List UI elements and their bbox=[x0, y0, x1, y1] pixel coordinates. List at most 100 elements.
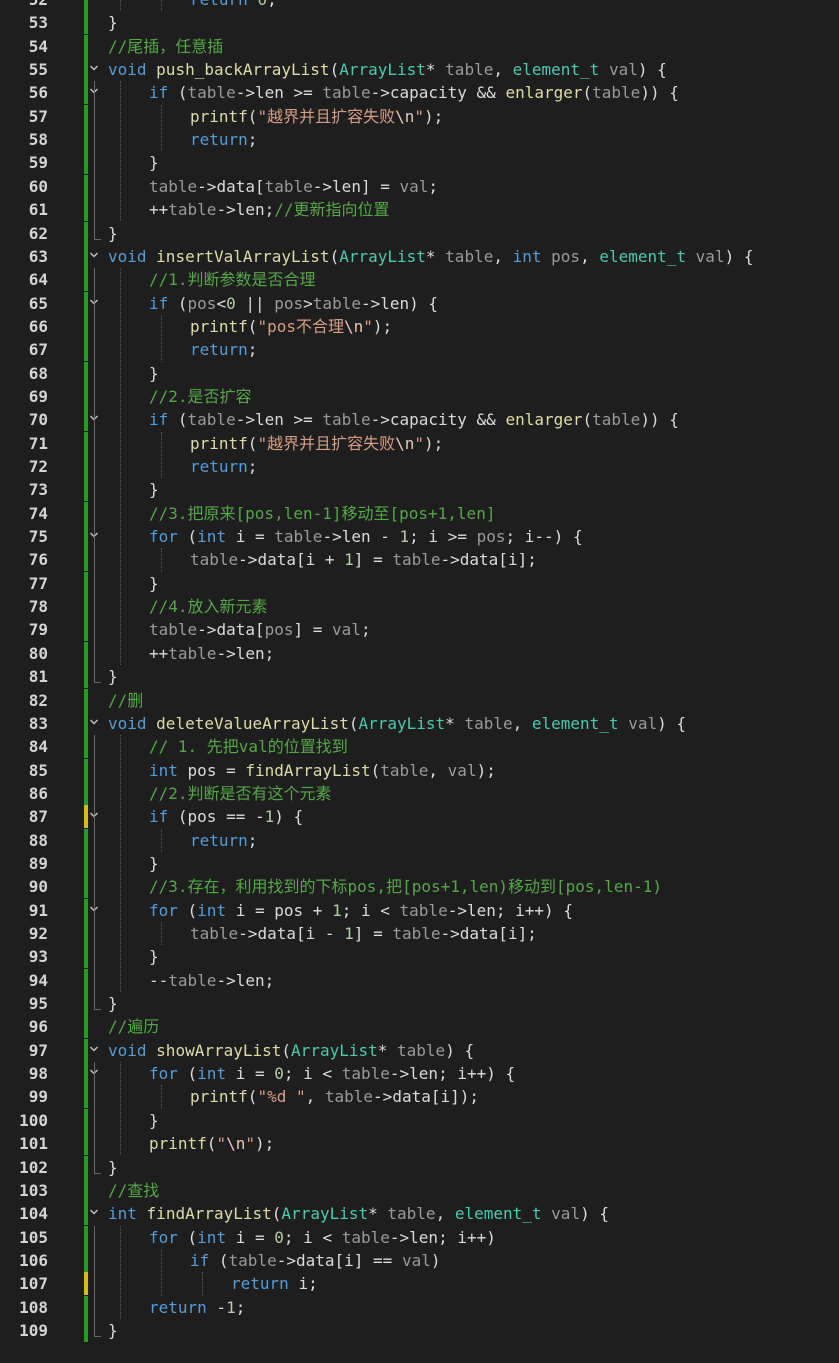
member-token: pos bbox=[274, 900, 304, 920]
code-line[interactable]: 66 printf("pos不合理\n"); bbox=[0, 314, 839, 338]
code-text: -> bbox=[360, 293, 381, 313]
code-line[interactable]: 106 if (table->data[i] == val) bbox=[0, 1248, 839, 1272]
code-line[interactable]: 98 for (int i = 0; i < table->len; i++) { bbox=[0, 1062, 839, 1086]
code-line[interactable]: 60 table->data[table->len] = val; bbox=[0, 174, 839, 198]
code-text: ; bbox=[505, 527, 525, 547]
code-text: } bbox=[108, 994, 118, 1014]
code-line[interactable]: 68} bbox=[0, 361, 839, 385]
code-line[interactable]: 59} bbox=[0, 151, 839, 175]
code-line[interactable]: 86 //2.判断是否有这个元素 bbox=[0, 781, 839, 805]
code-line[interactable]: 55 void push_backArrayList(ArrayList* tab… bbox=[0, 58, 839, 82]
code-line[interactable]: 90 //3.存在，利用找到的下标pos,把[pos+1,len)移动到[pos,… bbox=[0, 875, 839, 899]
code-line[interactable]: 93} bbox=[0, 945, 839, 969]
parameter-token: pos bbox=[274, 293, 304, 313]
code-line[interactable]: 94 --table->len; bbox=[0, 968, 839, 992]
code-line[interactable]: 57 printf("越界并且扩容失败\n"); bbox=[0, 104, 839, 128]
code-line[interactable]: 62} bbox=[0, 221, 839, 245]
unsaved-change-marker bbox=[84, 805, 88, 829]
code-line[interactable]: 75 for (int i = table->len - 1; i >= pos;… bbox=[0, 525, 839, 549]
saved-change-marker bbox=[84, 571, 88, 595]
code-line[interactable]: 95} bbox=[0, 992, 839, 1016]
fold-chevron-icon[interactable] bbox=[89, 250, 99, 260]
fold-chevron-icon[interactable] bbox=[89, 1044, 99, 1054]
code-line[interactable]: 52 return 0; bbox=[0, 0, 839, 11]
string-token: "pos不合理 bbox=[257, 316, 344, 336]
code-line[interactable]: 105 for (int i = 0; i < table->len; i++) bbox=[0, 1225, 839, 1249]
code-line[interactable]: 56 if (table->len >= table->capacity && e… bbox=[0, 81, 839, 105]
code-text: ( bbox=[281, 1040, 292, 1060]
code-line[interactable]: 89} bbox=[0, 851, 839, 875]
code-text: * bbox=[377, 1040, 398, 1060]
function-token: enlarger bbox=[505, 83, 583, 103]
code-line[interactable]: 74 //3.把原来[pos,len-1]移动至[pos+1,len] bbox=[0, 501, 839, 525]
code-text: for (int i = 0; i < table->len; i++) bbox=[149, 1226, 496, 1249]
parameter-token: table bbox=[445, 246, 494, 266]
code-line[interactable]: 64 //1.判断参数是否合理 bbox=[0, 268, 839, 292]
code-text: ; bbox=[247, 830, 258, 850]
code-line[interactable]: 81} bbox=[0, 665, 839, 689]
code-line[interactable]: 71 printf("越界并且扩容失败\n"); bbox=[0, 431, 839, 455]
code-line[interactable]: 87 if (pos == -1) { bbox=[0, 805, 839, 829]
code-line[interactable]: 107 return i; bbox=[0, 1272, 839, 1296]
code-line[interactable]: 77} bbox=[0, 571, 839, 595]
code-text: } bbox=[108, 667, 118, 687]
code-line[interactable]: 84 // 1. 先把val的位置找到 bbox=[0, 735, 839, 759]
code-line[interactable]: 82 //删 bbox=[0, 688, 839, 712]
code-text: ]; bbox=[517, 924, 537, 943]
code-line[interactable]: 99 printf("%d ", table->data[i]); bbox=[0, 1085, 839, 1109]
code-line[interactable]: 70 if (table->len >= table->capacity && e… bbox=[0, 408, 839, 432]
code-line[interactable]: 54 //尾插，任意插 bbox=[0, 34, 839, 58]
code-text: ; bbox=[247, 457, 258, 476]
code-text: ; bbox=[495, 900, 516, 920]
code-line[interactable]: 97 void showArrayList(ArrayList* table) { bbox=[0, 1038, 839, 1062]
member-token: len bbox=[235, 643, 265, 663]
code-line[interactable]: 61 ++table->len;//更新指向位置 bbox=[0, 198, 839, 222]
code-text: ; bbox=[308, 1274, 318, 1294]
code-line[interactable]: 83 void deleteValueArrayList(ArrayList* t… bbox=[0, 711, 839, 735]
code-line[interactable]: 92 table->data[i - 1] = table->data[i]; bbox=[0, 922, 839, 945]
line-number: 102 bbox=[19, 1157, 48, 1177]
code-line[interactable]: 104 int findArrayList(ArrayList* table, e… bbox=[0, 1202, 839, 1226]
code-line[interactable]: 103 //查找 bbox=[0, 1178, 839, 1202]
code-line[interactable]: 85 int pos = findArrayList(table, val); bbox=[0, 758, 839, 782]
code-line[interactable]: 100} bbox=[0, 1108, 839, 1132]
escape-token: \n bbox=[395, 433, 415, 453]
parameter-token: table bbox=[322, 83, 371, 103]
code-text: void deleteValueArrayList(ArrayList* tab… bbox=[108, 712, 686, 735]
code-line[interactable]: 78 //4.放入新元素 bbox=[0, 595, 839, 619]
code-line[interactable]: 79 table->data[pos] = val; bbox=[0, 618, 839, 642]
parameter-token: table bbox=[274, 527, 323, 547]
code-line[interactable]: 65 if (pos<0 || pos>table->len) { bbox=[0, 291, 839, 315]
code-line[interactable]: 58 return; bbox=[0, 128, 839, 152]
code-text: ; bbox=[341, 900, 361, 920]
code-line[interactable]: 108 return -1; bbox=[0, 1295, 839, 1319]
comment-token: //3.存在，利用找到的下标pos,把[pos+1,len)移动到[pos,le… bbox=[149, 877, 662, 897]
code-line[interactable]: 102} bbox=[0, 1155, 839, 1179]
code-text: } bbox=[108, 1319, 118, 1342]
code-text: ++) { bbox=[466, 1064, 516, 1084]
code-line[interactable]: 101 printf("\n"); bbox=[0, 1132, 839, 1156]
code-text: < bbox=[312, 1064, 342, 1084]
code-editor[interactable]: 52return 0;53}54//尾插，任意插55void push_back… bbox=[0, 0, 839, 1363]
code-line[interactable]: 63 void insertValArrayList(ArrayList* tab… bbox=[0, 244, 839, 268]
code-line[interactable]: 109} bbox=[0, 1318, 839, 1342]
code-line[interactable]: 76 table->data[i + 1] = table->data[i]; bbox=[0, 548, 839, 572]
fold-chevron-icon[interactable] bbox=[89, 63, 99, 73]
outline-bracket bbox=[94, 1225, 101, 1338]
code-line[interactable]: 91 for (int i = pos + 1; i < table->len; … bbox=[0, 898, 839, 922]
fold-chevron-icon[interactable] bbox=[89, 1207, 99, 1217]
code-line[interactable]: 69 //2.是否扩容 bbox=[0, 384, 839, 408]
code-text: //2.判断是否有这个元素 bbox=[149, 782, 332, 805]
code-line[interactable]: 72 return; bbox=[0, 455, 839, 478]
code-line[interactable]: 96 //遍历 bbox=[0, 1015, 839, 1039]
code-line[interactable]: 73} bbox=[0, 478, 839, 502]
code-line[interactable]: 80 ++table->len; bbox=[0, 641, 839, 665]
code-line[interactable]: 67 return; bbox=[0, 338, 839, 362]
line-number: 91 bbox=[28, 900, 48, 920]
function-token: printf bbox=[190, 433, 248, 453]
code-line[interactable]: 53} bbox=[0, 11, 839, 35]
fold-chevron-icon[interactable] bbox=[89, 717, 99, 727]
function-token: findArrayList bbox=[146, 1204, 272, 1224]
code-line[interactable]: 88 return; bbox=[0, 828, 839, 852]
